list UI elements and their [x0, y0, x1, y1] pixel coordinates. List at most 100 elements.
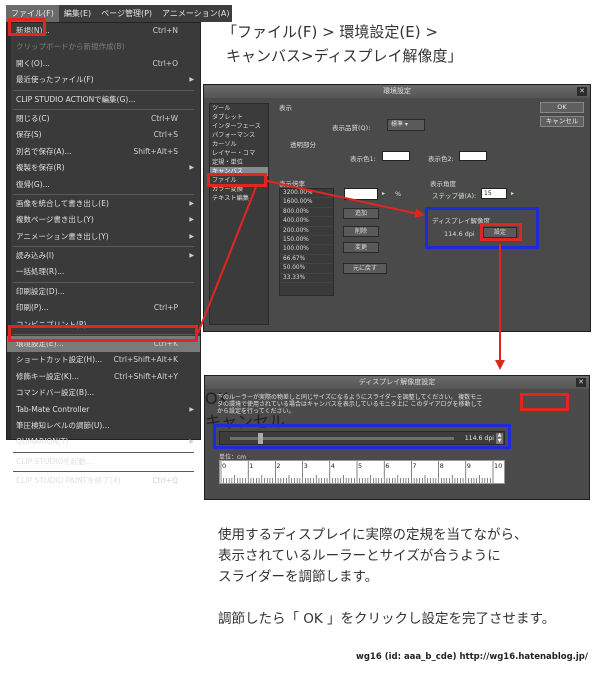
category-list: ツール タブレット インターフェース パフォーマンス カーソル レイヤー・コマ 定規・単位キ…	[209, 103, 269, 325]
menu-item[interactable]: コマンドバー設定(B)...	[7, 385, 200, 401]
category-item[interactable]: カラー変換	[210, 185, 268, 194]
slider-value: 114.6 dpi	[464, 435, 494, 442]
menu-item[interactable]: 復帰(G)...	[7, 177, 200, 193]
resolution-settings-button[interactable]: 設定	[483, 227, 517, 238]
menu-item-label: ショートカット設定(H)...	[16, 355, 103, 365]
menu-item[interactable]: 複数ページ書き出し(Y) ▶	[7, 212, 200, 228]
zoom-arrow-icon[interactable]: ▸	[382, 190, 385, 197]
menu-item-shortcut: Ctrl+Q	[152, 476, 178, 486]
category-item[interactable]: ファイル	[210, 176, 268, 185]
zoom-list[interactable]: 3200.00% 1600.00% 800.00% 400.00% 200.00% 150…	[279, 188, 334, 296]
menu-item-shortcut: Ctrl+W	[150, 113, 178, 123]
category-item[interactable]: 定規・単位	[210, 158, 268, 167]
zoom-list-item[interactable]: 66.67%	[280, 255, 333, 265]
preferences-title: 環境設定 ✕	[204, 85, 590, 98]
menu-item[interactable]: 画像を統合して書き出し(E) ▶	[7, 196, 200, 212]
menu-item[interactable]: クリップボードから新規作成(B)	[7, 39, 200, 55]
color2-swatch[interactable]	[459, 151, 487, 161]
menu-edit[interactable]: 編集(E)	[59, 5, 96, 22]
menu-item[interactable]: 印刷設定(D)...	[7, 284, 200, 300]
menu-item[interactable]: CLIP STUDIOを起動...	[7, 454, 200, 470]
step-input[interactable]: 15	[481, 188, 507, 199]
category-item[interactable]: レイヤー・コマ	[210, 149, 268, 158]
zoom-list-item[interactable]: 3200.00%	[280, 189, 333, 199]
menu-item[interactable]: ショートカット設定(H)... Ctrl+Shift+Alt+K	[7, 352, 200, 368]
menu-bar: ファイル(F) 編集(E) ページ管理(P) アニメーション(A)	[6, 5, 232, 22]
menu-separator	[13, 89, 194, 91]
slider-track[interactable]	[230, 437, 454, 440]
zoom-list-item[interactable]: 800.00%	[280, 208, 333, 218]
quality-select[interactable]: 標準 ▾	[387, 119, 425, 131]
zoom-list-item[interactable]: 100.00%	[280, 245, 333, 255]
menu-page[interactable]: ページ管理(P)	[96, 5, 157, 22]
ok-button[interactable]: OK	[540, 102, 584, 113]
category-item[interactable]: テキスト編集	[210, 194, 268, 203]
step-arrow-icon[interactable]: ▸	[511, 190, 514, 197]
zoom-list-item[interactable]: 50.00%	[280, 264, 333, 274]
menu-item[interactable]: 筆圧検知レベルの調節(U)...	[7, 418, 200, 434]
display-section-label: 表示	[279, 104, 292, 112]
submenu-arrow-icon: ▶	[189, 405, 194, 413]
zoom-list-item[interactable]: 400.00%	[280, 217, 333, 227]
menu-item[interactable]: 環境設定(E)... Ctrl+K	[7, 336, 200, 353]
menu-item[interactable]: Tab-Mate Controller ▶	[7, 402, 200, 418]
resolution-slider[interactable]: 114.6 dpi ▲ ▼	[219, 431, 505, 445]
zoom-input[interactable]	[344, 188, 378, 200]
instruction-line-2: 表示されているルーラーとサイズが合うように	[218, 548, 501, 564]
zoom-list-item[interactable]: 200.00%	[280, 227, 333, 236]
cancel-button[interactable]: キャンセル	[540, 116, 584, 127]
zoom-list-item[interactable]: 33.33%	[280, 274, 333, 283]
ruler-number: 9	[466, 462, 471, 470]
menu-item[interactable]: 保存(S) Ctrl+S	[7, 127, 200, 143]
menu-item-shortcut: Ctrl+P	[153, 303, 178, 313]
category-item[interactable]: パフォーマンス	[210, 131, 268, 140]
spin-arrows-icon[interactable]: ▲ ▼	[496, 432, 503, 444]
menu-item-label: Tab-Mate Controller	[16, 404, 90, 414]
instructions: 使用するディスプレイに実際の定規を当てながら、 表示されているルーラーとサイズが…	[218, 525, 588, 630]
zoom-list-item[interactable]: 1600.00%	[280, 198, 333, 208]
file-menu-dropdown: 新規(N)... Ctrl+N クリップボードから新規作成(B) 開く(O)... Ct…	[6, 22, 201, 485]
add-button[interactable]: 追加	[343, 208, 379, 219]
menu-item[interactable]: アニメーション書き出し(Y) ▶	[7, 229, 200, 245]
menu-item-label: 画像を統合して書き出し(E)	[16, 198, 109, 208]
slider-thumb[interactable]	[258, 433, 263, 444]
close-icon[interactable]: ✕	[577, 87, 587, 96]
menu-item[interactable]: 新規(N)... Ctrl+N	[7, 23, 200, 39]
close-icon[interactable]: ✕	[576, 378, 586, 387]
zoom-list-item[interactable]: 150.00%	[280, 236, 333, 246]
transparent-label: 透明部分	[290, 141, 316, 149]
category-item[interactable]: キャンバス	[210, 167, 268, 176]
category-item[interactable]: ツール	[210, 104, 268, 113]
menu-item-shortcut: Ctrl+Shift+Alt+Y	[114, 371, 178, 381]
menu-item[interactable]: 別名で保存(A)... Shift+Alt+S	[7, 144, 200, 160]
color1-swatch[interactable]	[382, 151, 410, 161]
menu-item[interactable]: 印刷(P)... Ctrl+P	[7, 300, 200, 316]
menu-item[interactable]: コンビニプリント(P)...	[7, 317, 200, 333]
delete-button[interactable]: 削除	[343, 226, 379, 237]
color2-label: 表示色2:	[428, 155, 454, 163]
category-item[interactable]: インターフェース	[210, 122, 268, 131]
menu-item[interactable]: QUMARION(T) ▶	[7, 434, 200, 450]
menu-item[interactable]: CLIP STUDIO ACTIONで編集(G)...	[7, 92, 200, 108]
category-item[interactable]: カーソル	[210, 140, 268, 149]
menu-item[interactable]: 修飾キー設定(K)... Ctrl+Shift+Alt+Y	[7, 369, 200, 385]
menu-item[interactable]: 最近使ったファイル(F) ▶	[7, 72, 200, 88]
menu-item[interactable]: 読み込み(I) ▶	[7, 248, 200, 264]
menu-item-label: 復帰(G)...	[16, 179, 50, 189]
zoom-section-label: 表示倍率	[279, 180, 305, 188]
ruler-number: 2	[276, 462, 281, 470]
category-item[interactable]: タブレット	[210, 113, 268, 122]
menu-item[interactable]: 一括処理(R)...	[7, 264, 200, 280]
menu-item-label: 一括処理(R)...	[16, 267, 65, 277]
menu-item-label: 複数ページ書き出し(Y)	[16, 215, 94, 225]
ruler-number: 8	[439, 462, 444, 470]
menu-item[interactable]: 開く(O)... Ctrl+O	[7, 56, 200, 72]
menu-item[interactable]: CLIP STUDIO PAINTを終了(X) Ctrl+Q	[7, 473, 200, 489]
instruction-line-4: 調節したら「 OK 」をクリックし設定を完了させます。	[218, 611, 556, 627]
change-button[interactable]: 変更	[343, 242, 379, 253]
menu-item[interactable]: 複製を保存(R) ▶	[7, 160, 200, 176]
menu-item[interactable]: 閉じる(C) Ctrl+W	[7, 111, 200, 127]
menu-item-label: クリップボードから新規作成(B)	[16, 42, 125, 52]
reset-button[interactable]: 元に戻す	[343, 263, 387, 274]
menu-file[interactable]: ファイル(F)	[6, 5, 59, 22]
